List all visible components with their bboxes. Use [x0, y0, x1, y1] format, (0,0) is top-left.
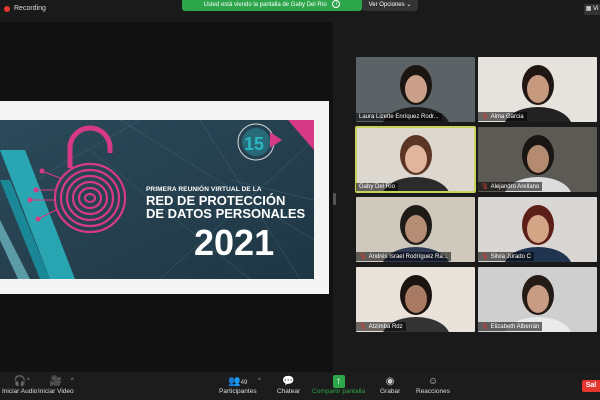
chevron-down-icon: ⌄	[406, 2, 412, 8]
slide-title: PRIMERA REUNIÓN VIRTUAL DE LA RED DE PRO…	[146, 186, 306, 220]
participant-name-tag: 🎙 Silvia Jurado C	[478, 252, 534, 261]
share-arrow-icon: ↑	[332, 375, 345, 388]
view-options-button[interactable]: Ver Opciones ⌄	[362, 0, 418, 11]
participant-gallery: Laura Lizette Enríquez Rodr... 🎙 Alma Garc…	[337, 22, 600, 372]
participant-name-tag: 🎙 Elizabeth Alberrán	[478, 322, 543, 331]
participant-name-tag: Laura Lizette Enríquez Rodr...	[356, 113, 442, 121]
audio-label: Iniciar Audio	[2, 388, 38, 395]
mic-muted-icon: 🎙	[359, 254, 367, 260]
presentation-slide: 15 PRIMERA REUNIÓN VIRTUAL DE LA RED DE …	[0, 120, 314, 279]
share-notice-text: Usted está viendo la pantalla de Gaby De…	[203, 2, 327, 8]
info-icon[interactable]: i	[332, 0, 341, 9]
people-icon: 👥49	[228, 376, 248, 387]
participant-tile[interactable]: 🎙 Alejandro Arellano	[478, 127, 597, 192]
slide-year: 2021	[194, 222, 275, 263]
record-dot-icon	[4, 5, 10, 12]
participant-tile[interactable]: 🎙 Andrés Israel Rodríguez Ra...	[356, 197, 475, 262]
recording-indicator[interactable]: Recording	[4, 5, 46, 12]
headphones-icon: 🎧	[13, 376, 26, 387]
smiley-icon: ☺	[427, 376, 439, 387]
anniversary-number: 15	[244, 134, 264, 154]
chat-icon: 💬	[282, 376, 295, 387]
chat-label: Chatear	[277, 388, 301, 395]
share-label: Compartir pantalla	[312, 388, 366, 395]
resize-handle[interactable]	[333, 193, 336, 205]
participant-tile[interactable]: 🎙 Silvia Jurado C	[478, 197, 597, 262]
video-off-icon: 🎥	[49, 376, 63, 387]
view-button[interactable]: ▦ Vi	[584, 4, 600, 15]
reactions-button[interactable]: ☺ Reacciones	[416, 375, 450, 395]
share-screen-button[interactable]: ↑ Compartir pantalla	[312, 375, 365, 395]
participant-name: Andrés Israel Rodríguez Ra...	[368, 253, 448, 260]
meeting-toolbar: 🎧 Iniciar Audio ^ 🎥 Iniciar Video ^ 👥49 …	[0, 372, 600, 400]
record-button[interactable]: ◉ Grabar	[380, 375, 400, 395]
participants-count: 49	[240, 380, 248, 386]
participants-button[interactable]: 👥49 Participantes	[219, 375, 257, 395]
participant-name-tag: 🎙 Andrés Israel Rodríguez Ra...	[356, 252, 451, 261]
participant-tile[interactable]: 🎙 Elizabeth Alberrán	[478, 267, 597, 332]
participant-name: Laura Lizette Enríquez Rodr...	[359, 114, 439, 120]
screen-share-notice: Usted está viendo la pantalla de Gaby De…	[182, 0, 362, 11]
participant-name: Atzimba Rdz	[368, 323, 403, 330]
video-label: Iniciar Video	[38, 388, 74, 395]
participant-name-tag: Gaby Del Río	[356, 183, 399, 191]
participant-tile[interactable]: 🎙 Alma Garcia	[478, 57, 597, 122]
leave-button[interactable]: Sal	[582, 380, 600, 392]
mic-muted-icon: 🎙	[359, 324, 367, 330]
participant-name-tag: 🎙 Atzimba Rdz	[356, 322, 406, 331]
reactions-label: Reacciones	[416, 388, 450, 395]
record-icon: ◉	[385, 376, 395, 387]
participants-label: Participantes	[219, 388, 257, 395]
participant-tile[interactable]: Laura Lizette Enríquez Rodr...	[356, 57, 475, 122]
participant-name: Gaby Del Río	[359, 184, 396, 190]
participant-name: Alejandro Arellano	[490, 183, 540, 190]
participant-tile[interactable]: Gaby Del Río	[355, 126, 476, 193]
view-button-label: Vi	[593, 6, 599, 12]
participant-name: Elizabeth Alberrán	[490, 323, 540, 330]
participants-caret[interactable]: ^	[258, 378, 261, 384]
audio-options-caret[interactable]: ^	[27, 378, 30, 384]
slide-title-line3: DE DATOS PERSONALES	[146, 206, 306, 221]
participant-name-tag: 🎙 Alma Garcia	[478, 112, 527, 121]
mic-muted-icon: 🎙	[481, 324, 489, 330]
start-audio-button[interactable]: 🎧 Iniciar Audio	[2, 375, 37, 395]
view-options-label: Ver Opciones	[368, 2, 405, 8]
start-video-button[interactable]: 🎥 Iniciar Video	[38, 375, 74, 395]
record-label: Grabar	[380, 388, 401, 395]
top-bar: Recording Usted está viendo la pantalla …	[0, 0, 600, 22]
grid-icon: ▦	[585, 6, 592, 12]
video-options-caret[interactable]: ^	[71, 378, 74, 384]
participant-name: Alma Garcia	[490, 113, 524, 120]
mic-muted-icon: 🎙	[481, 254, 489, 260]
mic-muted-icon: 🎙	[481, 114, 489, 120]
slide-title-line1: PRIMERA REUNIÓN VIRTUAL DE LA	[146, 186, 262, 193]
recording-label: Recording	[14, 5, 46, 12]
participant-name: Silvia Jurado C	[490, 253, 531, 260]
mic-muted-icon: 🎙	[481, 184, 489, 190]
participant-tile[interactable]: 🎙 Atzimba Rdz	[356, 267, 475, 332]
chat-button[interactable]: 💬 Chatear	[277, 375, 300, 395]
participant-name-tag: 🎙 Alejandro Arellano	[478, 182, 543, 191]
